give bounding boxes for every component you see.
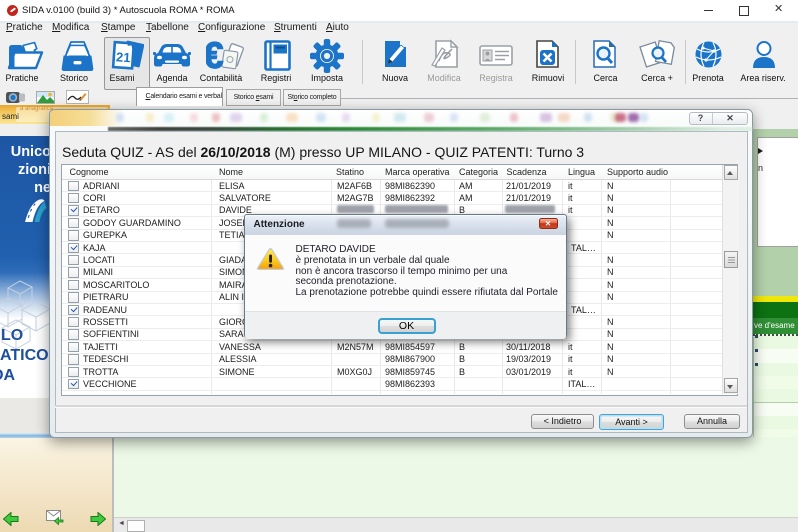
svg-text:21: 21 xyxy=(116,49,131,65)
svg-text:€: € xyxy=(206,39,224,73)
